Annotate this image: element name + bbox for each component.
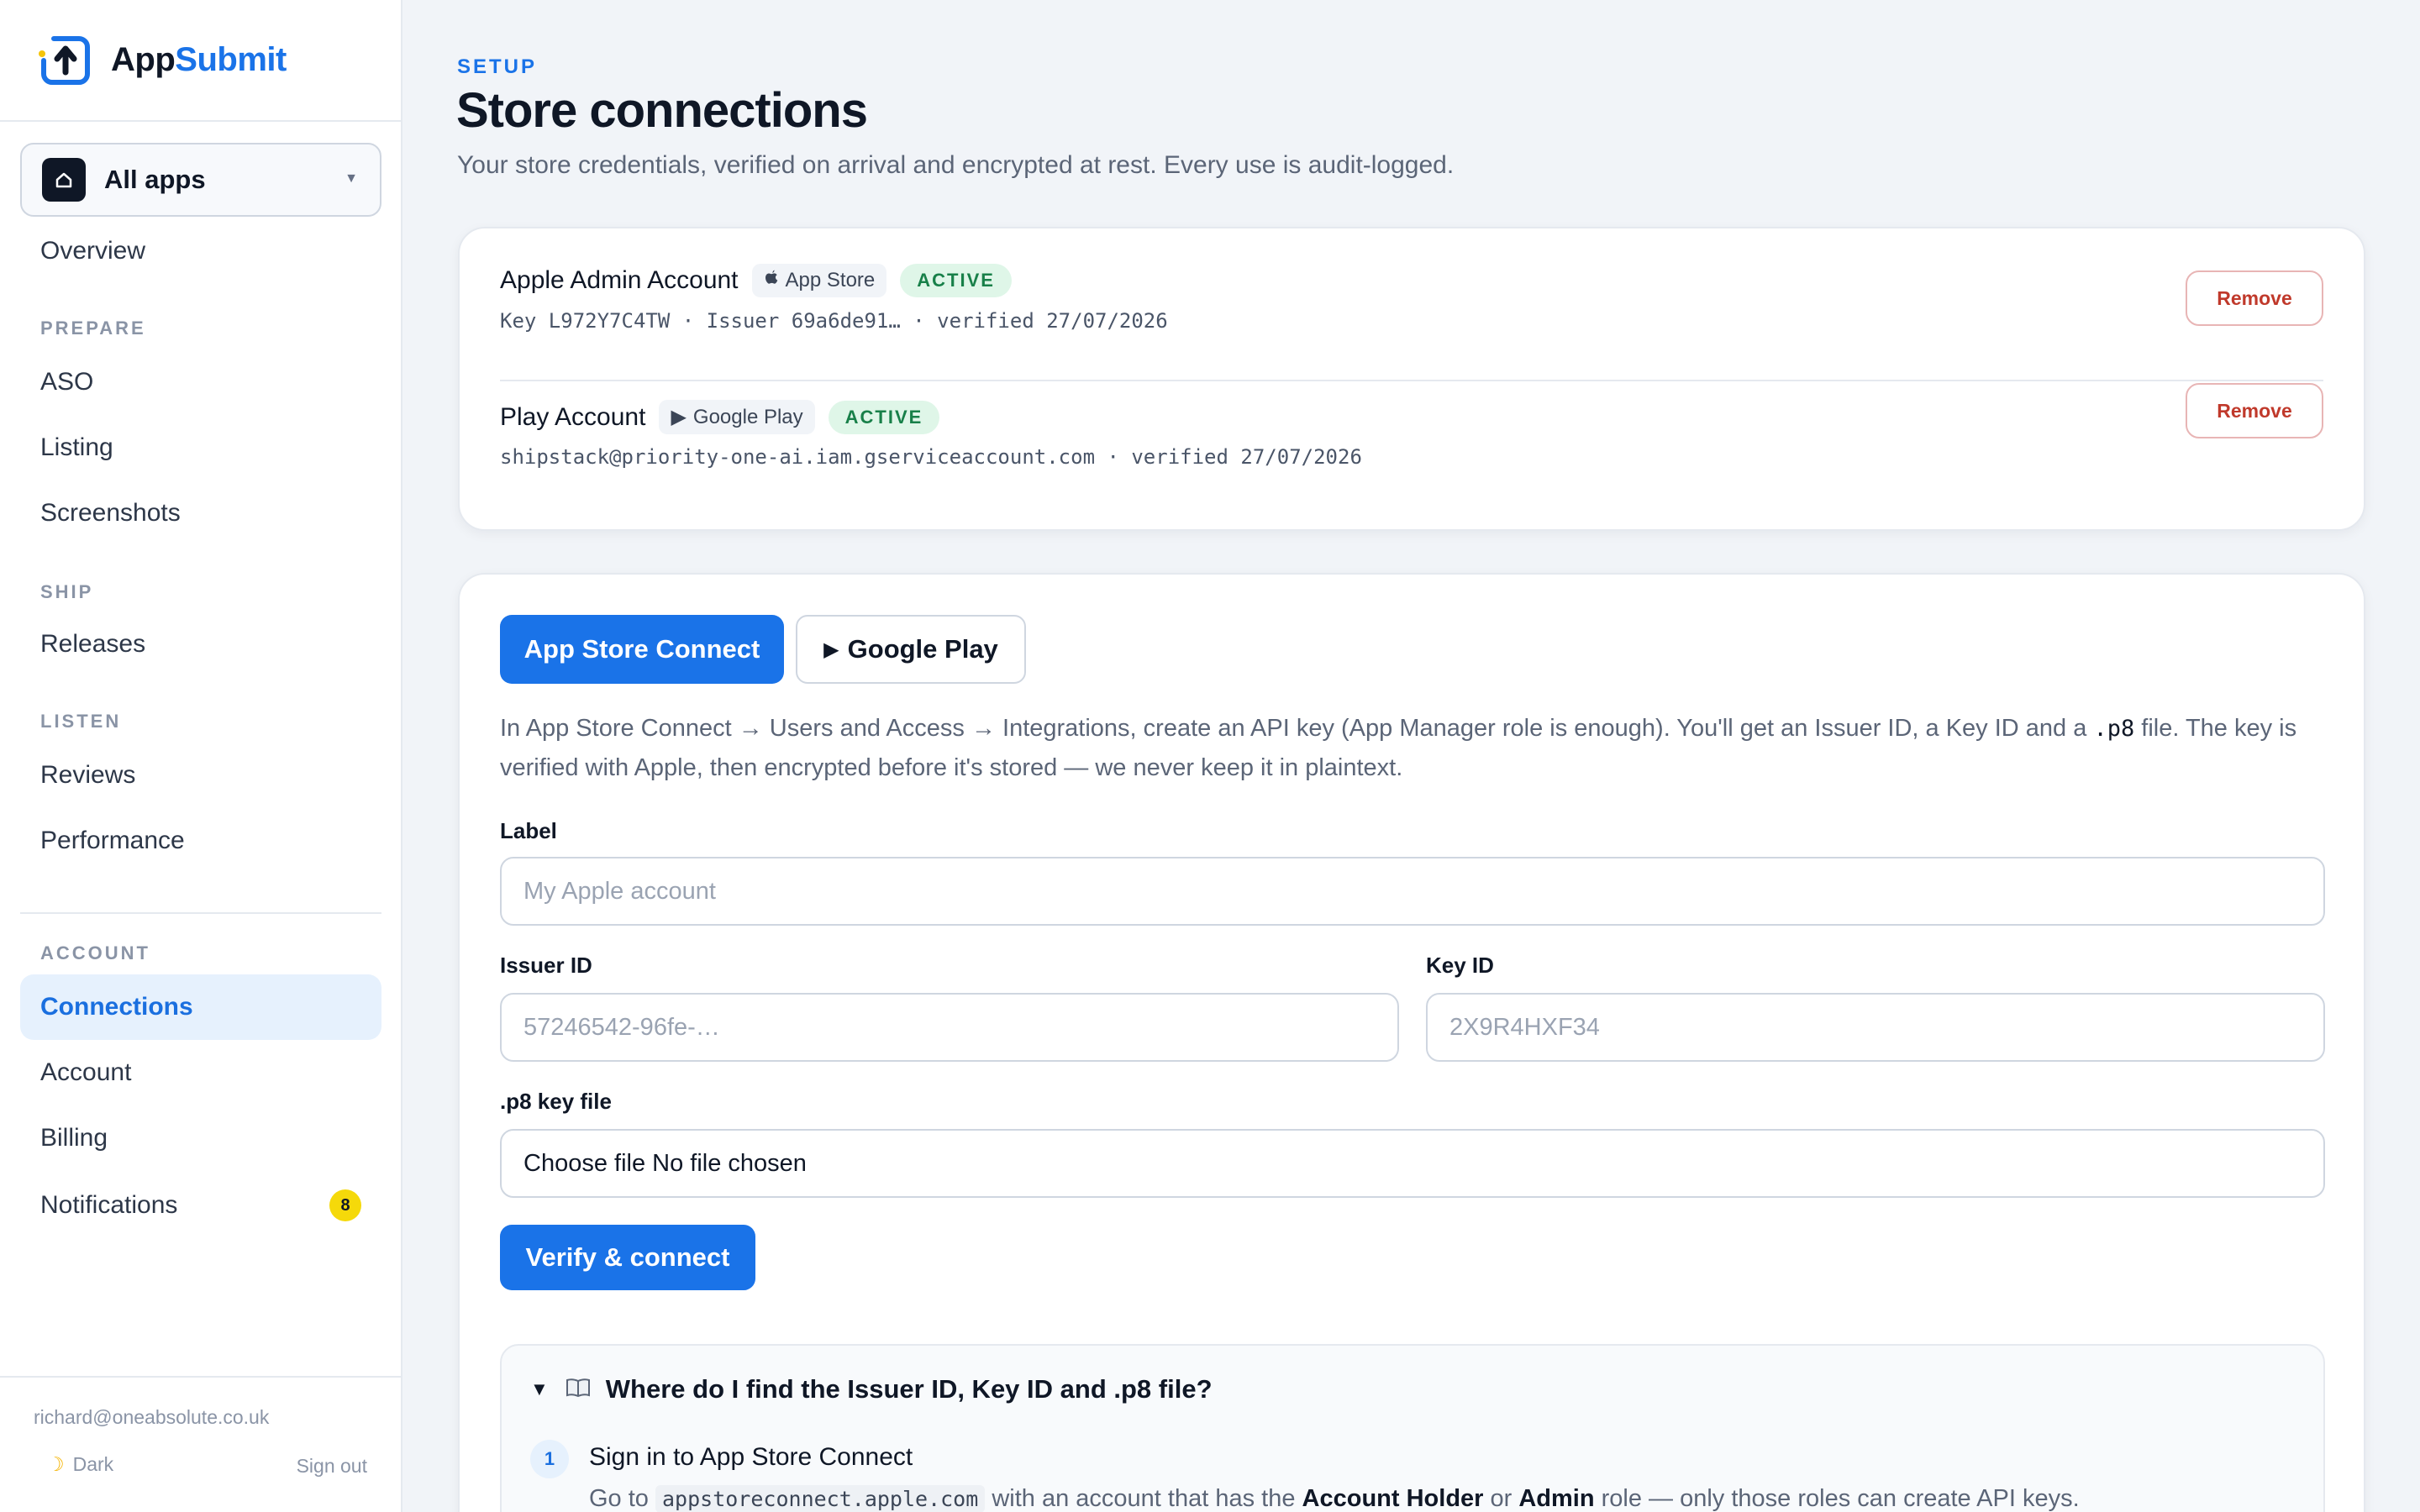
nav-aso[interactable]: ASO <box>20 349 381 415</box>
tab-app-store-connect[interactable]: App Store Connect <box>500 615 784 684</box>
home-icon <box>42 158 86 202</box>
app-switcher[interactable]: All apps ▼ <box>20 143 381 217</box>
store-pill-label: Google Play <box>692 405 803 428</box>
user-email: richard@oneabsolute.co.uk <box>34 1406 270 1428</box>
connection-name: Play Account <box>500 402 646 431</box>
key-id-label: Key ID <box>1426 953 1494 978</box>
status-badge: ACTIVE <box>900 264 1012 297</box>
sign-out-link[interactable]: Sign out <box>297 1455 367 1478</box>
guide-summary: Where do I find the Issuer ID, Key ID an… <box>605 1374 1213 1404</box>
p8-file-input[interactable]: Choose file No file chosen <box>500 1129 2325 1198</box>
nav-performance[interactable]: Performance <box>20 808 381 874</box>
p8-file-label: .p8 key file <box>500 1089 612 1114</box>
nav-overview[interactable]: Overview <box>20 218 381 284</box>
guide-toggle[interactable]: ▼ Where do I find the Issuer ID, Key ID … <box>530 1374 1213 1404</box>
nav-billing[interactable]: Billing <box>20 1105 381 1171</box>
play-icon: ▶ <box>823 638 839 661</box>
triangle-down-icon: ▼ <box>530 1378 549 1399</box>
issuer-id-input[interactable]: 57246542-96fe-… <box>500 993 1399 1062</box>
label-field-label: Label <box>500 818 557 843</box>
remove-button[interactable]: Remove <box>2186 270 2323 326</box>
page-eyebrow: SETUP <box>457 55 538 78</box>
brand-name: AppSubmit <box>111 41 287 78</box>
store-pill-label: App Store <box>785 269 876 291</box>
connection-row: Apple Admin Account App Store ACTIVE Key… <box>500 228 2323 338</box>
issuer-id-label: Issuer ID <box>500 953 592 978</box>
notifications-count-badge: 8 <box>329 1189 361 1221</box>
sidebar: AppSubmit All apps ▼ Overview PREPARE AS… <box>0 0 402 1512</box>
nav-reviews[interactable]: Reviews <box>20 743 381 808</box>
connection-meta: Key L972Y7C4TW · Issuer 69a6de91… · veri… <box>500 309 1168 333</box>
step-number: 1 <box>530 1440 569 1478</box>
connection-meta: shipstack@priority-one-ai.iam.gserviceac… <box>500 445 1362 469</box>
play-icon: ▶ <box>671 406 687 428</box>
main-content: SETUP Store connections Your store crede… <box>402 0 2420 1512</box>
brand[interactable]: AppSubmit <box>0 0 401 122</box>
connection-name: Apple Admin Account <box>500 266 739 294</box>
tab-google-play[interactable]: ▶ Google Play <box>796 615 1026 684</box>
sidebar-footer: richard@oneabsolute.co.uk ☽ Dark Sign ou… <box>0 1376 401 1512</box>
theme-toggle-label: Dark <box>72 1453 114 1475</box>
store-pill: ▶ Google Play <box>659 400 815 434</box>
store-pill: App Store <box>751 264 887 297</box>
nav-notifications[interactable]: Notifications 8 <box>20 1173 381 1238</box>
nav-section-ship: SHIP <box>40 581 94 602</box>
book-icon <box>566 1374 591 1404</box>
page-subtitle: Your store credentials, verified on arri… <box>457 151 1455 179</box>
app-switcher-label: All apps <box>104 165 206 194</box>
label-input[interactable]: My Apple account <box>500 857 2325 926</box>
status-badge: ACTIVE <box>828 400 940 434</box>
nav-connections[interactable]: Connections <box>20 974 381 1040</box>
add-connection-card: App Store Connect ▶ Google Play In App S… <box>458 573 2365 1512</box>
connection-row: Play Account ▶ Google Play ACTIVE shipst… <box>500 380 2323 489</box>
connections-card: Apple Admin Account App Store ACTIVE Key… <box>458 227 2365 531</box>
tab-google-play-label: Google Play <box>847 634 998 664</box>
nav-listing[interactable]: Listing <box>20 415 381 480</box>
key-id-input[interactable]: 2X9R4HXF34 <box>1426 993 2325 1062</box>
nav-releases[interactable]: Releases <box>20 612 381 677</box>
nav-divider <box>20 912 381 914</box>
moon-icon: ☽ <box>47 1453 65 1475</box>
chevron-down-icon: ▼ <box>345 171 358 186</box>
help-guide: ▼ Where do I find the Issuer ID, Key ID … <box>500 1344 2325 1512</box>
step-text: Go to appstoreconnect.apple.com with an … <box>589 1485 2080 1512</box>
nav-section-listen: LISTEN <box>40 711 122 732</box>
step-title: Sign in to App Store Connect <box>589 1443 913 1471</box>
verify-connect-button[interactable]: Verify & connect <box>500 1225 755 1290</box>
app-logo-icon <box>35 32 92 89</box>
appstoreconnect-link[interactable]: appstoreconnect.apple.com <box>655 1485 986 1512</box>
page-title: Store connections <box>456 83 868 138</box>
nav-section-prepare: PREPARE <box>40 318 146 339</box>
nav-notifications-label: Notifications <box>40 1191 178 1219</box>
help-text: In App Store Connect → Users and Access … <box>500 715 2297 781</box>
theme-toggle[interactable]: ☽ Dark <box>47 1453 113 1476</box>
apple-icon <box>764 269 779 292</box>
remove-button[interactable]: Remove <box>2186 383 2323 438</box>
nav-screenshots[interactable]: Screenshots <box>20 480 381 546</box>
nav-account[interactable]: Account <box>20 1040 381 1105</box>
nav-section-account: ACCOUNT <box>40 942 150 963</box>
